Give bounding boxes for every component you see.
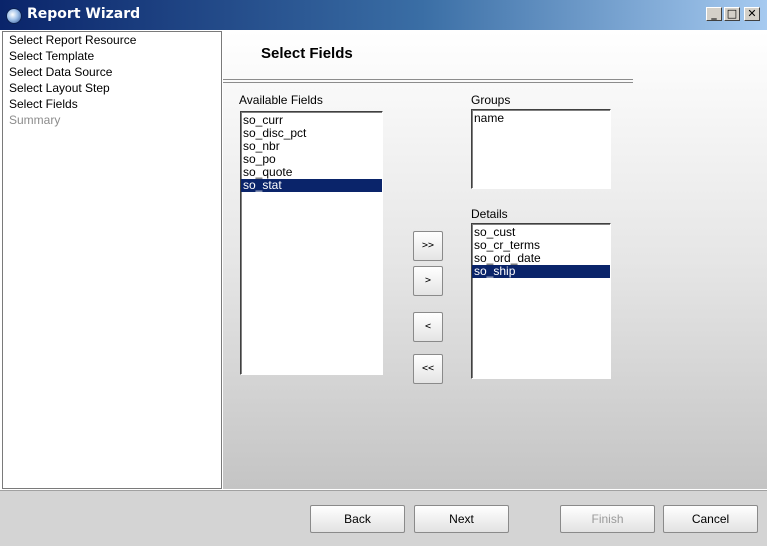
step-select-report-resource[interactable]: Select Report Resource [3, 32, 221, 48]
available-fields-label: Available Fields [239, 93, 323, 107]
page-title: Select Fields [261, 45, 353, 62]
window-title: Report Wizard [27, 6, 141, 22]
close-button[interactable]: ✕ [744, 7, 760, 21]
main-panel: Select Fields Available Fields so_curr s… [223, 31, 767, 489]
minimize-button[interactable]: _ [706, 7, 722, 21]
app-icon [6, 8, 22, 24]
divider [223, 79, 633, 80]
step-summary: Summary [9, 113, 61, 127]
finish-button: Finish [560, 505, 655, 533]
step-select-template[interactable]: Select Template [3, 48, 221, 64]
move-left-button[interactable]: < [413, 312, 443, 342]
move-all-left-button[interactable]: << [413, 354, 443, 384]
divider [223, 82, 633, 83]
move-all-right-button[interactable]: >> [413, 231, 443, 261]
move-right-button[interactable]: > [413, 266, 443, 296]
details-label: Details [471, 207, 508, 221]
maximize-button[interactable]: □ [724, 7, 740, 21]
wizard-steps-panel: Select Report Resource Select Template S… [2, 31, 222, 489]
details-list[interactable]: so_cust so_cr_terms so_ord_date so_ship [471, 223, 611, 379]
cancel-button[interactable]: Cancel [663, 505, 758, 533]
step-select-layout-step[interactable]: Select Layout Step [3, 80, 221, 96]
next-button[interactable]: Next [414, 505, 509, 533]
back-button[interactable]: Back [310, 505, 405, 533]
step-select-data-source[interactable]: Select Data Source [3, 64, 221, 80]
step-select-fields[interactable]: Select Fields [3, 96, 221, 112]
groups-label: Groups [471, 93, 511, 107]
button-bar: Back Next Finish Cancel [0, 490, 767, 546]
list-item-selected[interactable]: so_ship [472, 265, 610, 278]
available-fields-list[interactable]: so_curr so_disc_pct so_nbr so_po so_quot… [240, 111, 383, 375]
list-item-selected[interactable]: so_stat [241, 179, 382, 192]
list-item[interactable]: name [472, 112, 610, 125]
groups-list[interactable]: name [471, 109, 611, 189]
title-bar[interactable]: Report Wizard _ □ ✕ [0, 0, 767, 30]
